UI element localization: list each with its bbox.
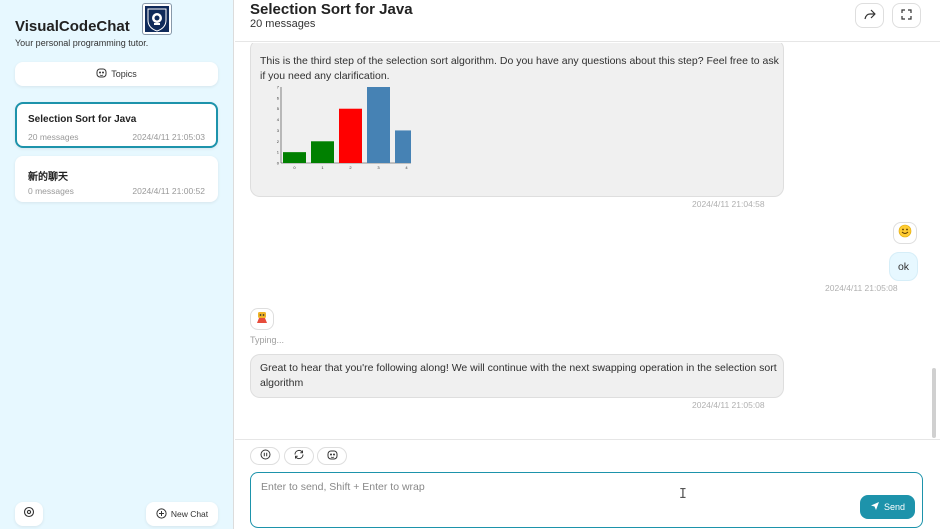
user-message: ok bbox=[889, 252, 918, 281]
chat-title: Selection Sort for Java bbox=[250, 1, 413, 18]
chat-panel: Selection Sort for Java 20 messages This… bbox=[235, 0, 940, 529]
chart-bar bbox=[367, 87, 390, 163]
chat-item-title: 新的聊天 bbox=[28, 172, 68, 183]
chart-bar bbox=[311, 141, 334, 163]
message-time: 2024/4/11 21:04:58 bbox=[692, 199, 765, 209]
robot-emoji-icon bbox=[255, 310, 269, 329]
chat-item-time: 2024/4/11 21:05:03 bbox=[132, 132, 205, 142]
message-time: 2024/4/11 21:05:08 bbox=[692, 400, 765, 410]
typing-status: Typing... bbox=[250, 335, 285, 345]
sidebar: VisualCodeChat Your personal programming… bbox=[0, 0, 234, 529]
smiley-emoji-icon bbox=[898, 224, 912, 243]
refresh-icon bbox=[293, 447, 305, 465]
send-icon bbox=[870, 501, 880, 513]
app-title: VisualCodeChat bbox=[15, 18, 130, 35]
composer: I Send bbox=[235, 439, 940, 529]
message-input-box[interactable]: I Send bbox=[250, 472, 923, 528]
add-icon bbox=[156, 507, 167, 521]
regenerate-button[interactable] bbox=[284, 447, 314, 465]
new-chat-label: New Chat bbox=[170, 509, 209, 519]
chart-y-tick-label: 2 bbox=[277, 139, 280, 144]
chart-bar bbox=[395, 130, 411, 163]
chat-item-count: 0 messages bbox=[28, 186, 74, 196]
chart-x-tick-label: 0 bbox=[293, 165, 296, 170]
chat-header: Selection Sort for Java 20 messages bbox=[235, 0, 940, 42]
text-cursor-icon: I bbox=[679, 487, 687, 502]
topics-button[interactable]: Topics bbox=[15, 62, 218, 86]
fullscreen-icon bbox=[901, 7, 912, 25]
chart-bar bbox=[283, 152, 306, 163]
topics-shortcut-button[interactable] bbox=[317, 447, 347, 465]
share-button[interactable] bbox=[855, 3, 884, 28]
chat-item-title: Selection Sort for Java bbox=[28, 114, 137, 125]
chat-item-new-chat[interactable]: 新的聊天 0 messages 2024/4/11 21:00:52 bbox=[15, 156, 218, 202]
settings-icon bbox=[23, 505, 35, 523]
app-tagline: Your personal programming tutor. bbox=[15, 38, 149, 48]
message-time: 2024/4/11 21:05:08 bbox=[825, 283, 898, 293]
pause-icon bbox=[260, 447, 271, 465]
mask-icon bbox=[96, 68, 107, 80]
chart-y-tick-label: 3 bbox=[277, 128, 280, 133]
chart-x-tick-label: 3 bbox=[377, 165, 380, 170]
chart-y-tick-label: 4 bbox=[277, 117, 280, 122]
topics-label: Topics bbox=[111, 69, 137, 79]
new-chat-button[interactable]: New Chat bbox=[146, 502, 218, 526]
chat-message-count: 20 messages bbox=[250, 18, 316, 30]
send-button[interactable]: Send bbox=[860, 495, 915, 519]
mask-icon bbox=[327, 447, 338, 465]
chart-x-tick-label: 1 bbox=[321, 165, 324, 170]
chart-y-tick-label: 7 bbox=[277, 85, 280, 90]
message-text: This is the third step of the selection … bbox=[260, 55, 779, 82]
selection-sort-bar-chart: 0 1 2 3 4 5 6 7 0 1 2 3 4 bbox=[277, 85, 411, 170]
chart-y-tick-label: 6 bbox=[277, 95, 280, 100]
settings-button[interactable] bbox=[15, 502, 43, 526]
message-text: ok bbox=[897, 260, 910, 273]
chat-item-selection-sort[interactable]: Selection Sort for Java 20 messages 2024… bbox=[15, 102, 218, 148]
chat-item-count: 20 messages bbox=[28, 132, 79, 142]
chart-bar bbox=[339, 108, 362, 163]
message-input[interactable] bbox=[261, 481, 851, 519]
bot-avatar bbox=[250, 308, 274, 330]
chat-item-time: 2024/4/11 21:00:52 bbox=[132, 186, 205, 196]
chart-x-tick-label: 4 bbox=[405, 165, 408, 170]
message-list[interactable]: This is the third step of the selection … bbox=[235, 43, 940, 439]
stop-button[interactable] bbox=[250, 447, 280, 465]
chart-x-tick-label: 2 bbox=[349, 165, 352, 170]
chart-y-tick-label: 0 bbox=[277, 161, 280, 166]
bot-message: This is the third step of the selection … bbox=[250, 43, 784, 197]
chart-y-tick-label: 5 bbox=[277, 106, 280, 111]
share-icon bbox=[863, 7, 876, 25]
app-logo-icon bbox=[143, 4, 171, 34]
fullscreen-button[interactable] bbox=[892, 3, 921, 28]
user-avatar bbox=[893, 222, 917, 244]
scrollbar[interactable] bbox=[932, 368, 936, 438]
chart-y-tick-label: 1 bbox=[277, 150, 280, 155]
bot-message: Great to hear that you're following alon… bbox=[250, 354, 784, 398]
message-text: Great to hear that you're following alon… bbox=[260, 362, 777, 389]
send-label: Send bbox=[883, 502, 906, 512]
